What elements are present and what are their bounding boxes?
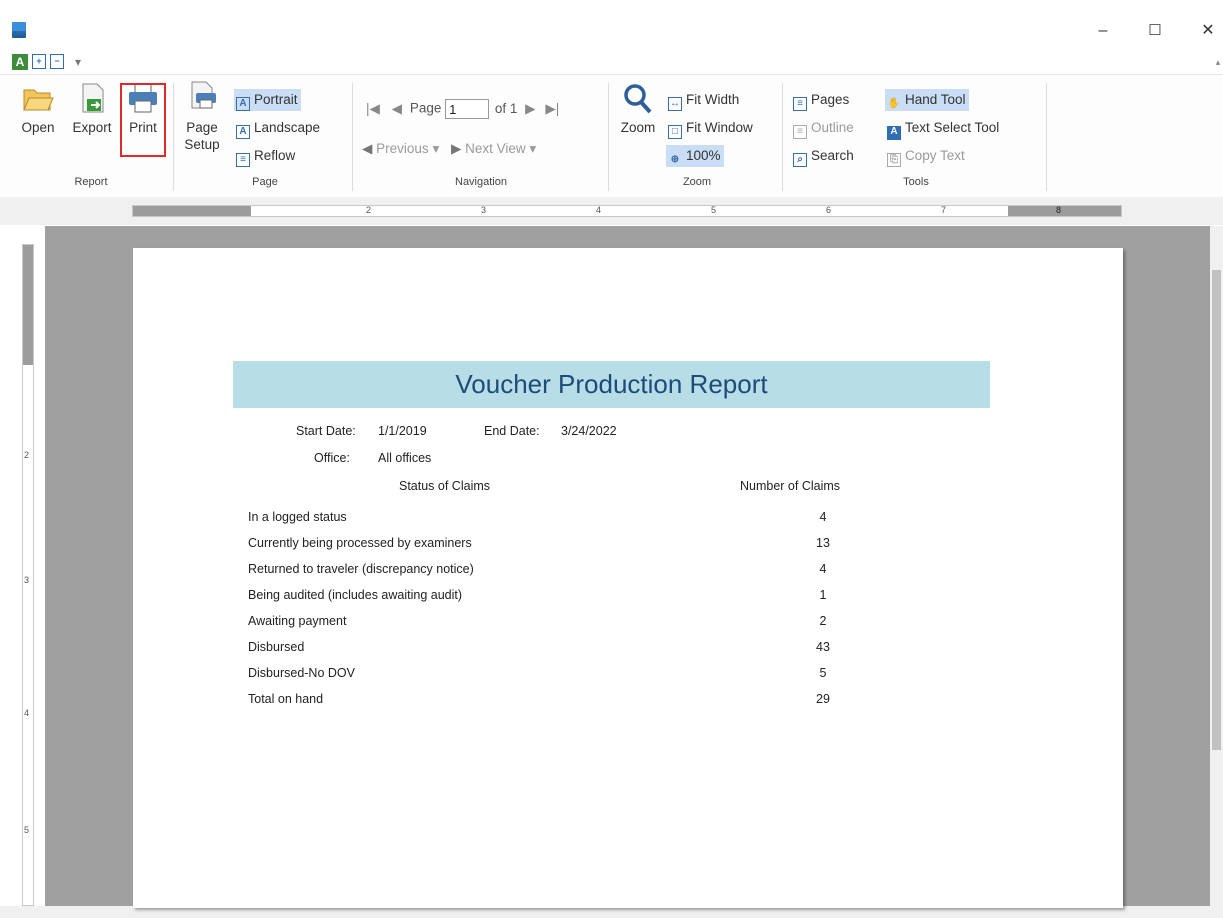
app-icon xyxy=(12,22,26,38)
group-separator xyxy=(608,83,609,191)
fit-width-button[interactable]: ↔ Fit Width xyxy=(666,89,742,111)
quick-access-toolbar: A + − ▾ ▴ xyxy=(0,50,1223,74)
table-row-value: 1 xyxy=(819,588,827,602)
table-row-label: Disbursed xyxy=(248,640,305,654)
prev-page-icon[interactable]: ◀ xyxy=(392,101,402,116)
horizontal-ruler[interactable]: 2 3 4 5 6 7 8 xyxy=(132,205,1122,217)
start-date-label: Start Date: xyxy=(296,424,356,438)
page-navigation-row: |◀ ◀ Page 1 of 1 ▶ ▶| xyxy=(366,99,560,119)
export-button[interactable]: Export xyxy=(66,81,118,136)
open-folder-icon xyxy=(21,81,55,115)
text-select-icon: A xyxy=(887,126,901,140)
vertical-ruler[interactable]: 2 3 4 5 xyxy=(22,244,34,906)
table-row-label: Being audited (includes awaiting audit) xyxy=(248,588,463,602)
status-column-header: Status of Claims xyxy=(399,479,491,493)
zoom-button[interactable]: Zoom xyxy=(614,81,662,136)
navigation-group-label: Navigation xyxy=(455,176,507,188)
next-view-button[interactable]: ▶ Next View ▾ xyxy=(451,141,536,156)
landscape-icon: A xyxy=(236,125,250,139)
page-setup-button[interactable]: Page Setup xyxy=(180,81,224,153)
reflow-button[interactable]: ≡ Reflow xyxy=(234,145,298,167)
table-row-label: Returned to traveler (discrepancy notice… xyxy=(248,562,474,576)
maximize-button[interactable]: ☐ xyxy=(1140,18,1170,44)
left-margin-marker[interactable] xyxy=(133,206,251,216)
fit-window-button[interactable]: □ Fit Window xyxy=(666,117,756,139)
previous-view-button[interactable]: ◀ Previous ▾ xyxy=(362,141,439,156)
table-row-label: Disbursed-No DOV xyxy=(248,666,355,680)
export-icon xyxy=(75,81,109,115)
right-margin-marker[interactable] xyxy=(1008,206,1121,216)
last-page-icon[interactable]: ▶| xyxy=(545,101,559,116)
zoom-out-doc-icon[interactable]: − xyxy=(50,54,64,69)
group-separator xyxy=(1046,83,1047,191)
customize-toolbar-icon[interactable]: ▾ xyxy=(70,54,86,70)
fit-width-icon: ↔ xyxy=(668,97,682,111)
table-row-value: 29 xyxy=(816,692,830,706)
vertical-scrollbar[interactable] xyxy=(1210,226,1223,906)
outline-button[interactable]: ≡ Outline xyxy=(791,117,857,139)
table-row-label: Currently being processed by examiners xyxy=(248,536,472,550)
group-separator xyxy=(173,83,174,191)
page-setup-icon xyxy=(186,79,220,113)
zoom-100-button[interactable]: ⊕ 100% xyxy=(666,145,724,167)
previous-icon: ◀ xyxy=(362,141,373,156)
pages-button[interactable]: ≡ Pages xyxy=(791,89,852,111)
first-page-icon[interactable]: |◀ xyxy=(366,101,380,116)
title-bar: – ☐ ✕ xyxy=(0,0,1223,50)
search-button[interactable]: ⌕ Search xyxy=(791,145,857,167)
office-label: Office: xyxy=(314,451,350,465)
start-date-value: 1/1/2019 xyxy=(378,424,427,438)
table-row-value: 4 xyxy=(819,562,827,576)
fit-window-icon: □ xyxy=(668,125,682,139)
table-row-label: Total on hand xyxy=(248,692,324,706)
report-title: Voucher Production Report xyxy=(233,361,990,408)
table-row-label: Awaiting payment xyxy=(248,614,347,628)
end-date-label: End Date: xyxy=(484,424,540,438)
reflow-icon: ≡ xyxy=(236,153,250,167)
table-row-value: 2 xyxy=(819,614,827,628)
group-separator xyxy=(782,83,783,191)
open-button[interactable]: Open xyxy=(16,81,60,136)
close-button[interactable]: ✕ xyxy=(1193,18,1223,44)
collapse-ribbon-icon[interactable]: ▴ xyxy=(1210,54,1223,70)
copy-icon: ⎘ xyxy=(887,153,901,167)
next-page-icon[interactable]: ▶ xyxy=(525,101,535,116)
zoom-magnifier-icon xyxy=(621,81,655,115)
table-row-value: 13 xyxy=(816,536,830,550)
next-icon: ▶ xyxy=(450,141,462,156)
text-select-tool-button[interactable]: A Text Select Tool xyxy=(885,117,1002,140)
hand-icon: ✋ xyxy=(887,98,901,109)
table-row-label: In a logged status xyxy=(248,510,347,524)
table-row-value: 4 xyxy=(819,510,827,524)
portrait-icon: A xyxy=(236,97,250,111)
page-number-input[interactable]: 1 xyxy=(445,99,490,119)
tools-group-label: Tools xyxy=(903,176,929,188)
print-highlight xyxy=(120,83,166,157)
outline-icon: ≡ xyxy=(793,125,807,139)
landscape-button[interactable]: A Landscape xyxy=(234,117,323,139)
group-separator xyxy=(352,83,353,191)
table-row-value: 43 xyxy=(816,640,830,654)
copy-text-button[interactable]: ⎘ Copy Text xyxy=(885,145,968,167)
report-group-label: Report xyxy=(74,176,108,188)
number-column-header: Number of Claims xyxy=(740,479,841,493)
top-margin-marker[interactable] xyxy=(23,245,33,365)
pages-icon: ≡ xyxy=(793,97,807,111)
page-group-label: Page xyxy=(252,176,278,188)
portrait-button[interactable]: A Portrait xyxy=(234,89,301,111)
office-value: All offices xyxy=(378,451,432,465)
hand-tool-button[interactable]: ✋ Hand Tool xyxy=(885,89,969,111)
minimize-button[interactable]: – xyxy=(1088,18,1118,44)
end-date-value: 3/24/2022 xyxy=(561,424,617,438)
report-page: Voucher Production Report Start Date: 1/… xyxy=(133,248,1123,908)
table-row-value: 5 xyxy=(819,666,827,680)
search-icon: ⌕ xyxy=(793,153,807,167)
scrollbar-thumb[interactable] xyxy=(1212,270,1221,750)
text-select-icon[interactable]: A xyxy=(12,54,28,70)
zoom-in-doc-icon[interactable]: + xyxy=(32,54,46,69)
ribbon: Open Export Print Report Page Setup A Por… xyxy=(0,74,1223,198)
view-history-row: ◀ Previous ▾ ▶ Next View ▾ xyxy=(362,141,536,157)
zoom-group-label: Zoom xyxy=(682,176,712,188)
zoom-100-icon: ⊕ xyxy=(670,154,680,165)
